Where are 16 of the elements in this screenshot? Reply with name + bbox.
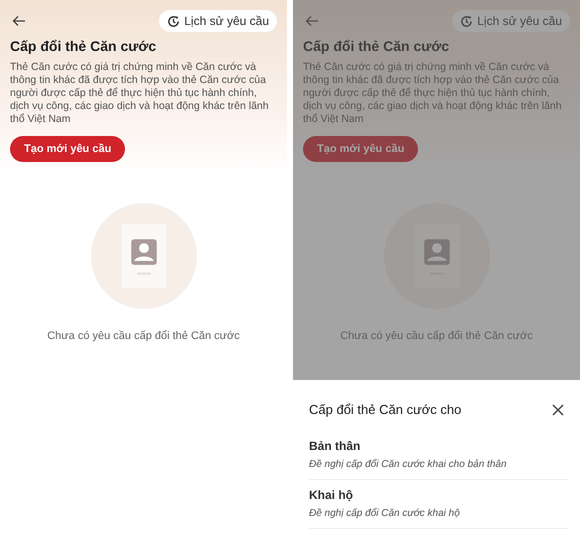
- empty-state-text: Chưa có yêu cầu cấp đổi thẻ Căn cước: [340, 330, 533, 342]
- option-item[interactable]: Bản thân Đề nghị cấp đổi Căn cước khai cho bản thân: [309, 431, 568, 480]
- sheet-title: Cấp đổi thẻ Căn cước cho: [309, 402, 462, 417]
- clock-icon: [460, 14, 474, 28]
- history-button[interactable]: Lịch sử yêu cầu: [452, 10, 570, 32]
- close-icon[interactable]: [552, 404, 564, 416]
- page-title: Cấp đổi thẻ Căn cước: [303, 38, 450, 54]
- page-title: Cấp đổi thẻ Căn cước: [10, 38, 158, 54]
- clock-icon: [167, 14, 180, 28]
- description-text: Thẻ Căn cước có giá trị chứng minh về Căn cước và thông tin khác đã được tích hợp vào thẻ Căn cước của người được cấp thẻ để thực hiện thủ tục hành chính, dịch vụ công, các giao dịch và hoạt động khác trên lãnh thổ Việt Nam: [303, 61, 563, 126]
- option-item[interactable]: Khai hộ Đề nghị cấp đổi Căn cước khai hộ: [309, 480, 568, 529]
- empty-state-text: Chưa có yêu cầu cấp đổi thẻ Căn cước: [47, 330, 240, 342]
- create-request-button[interactable]: Tạo mới yêu cầu: [10, 136, 126, 162]
- back-arrow-icon[interactable]: [12, 15, 26, 27]
- description-text: Thẻ Căn cước có giá trị chứng minh về Căn cước và thông tin khác đã được tích hợp vào thẻ Căn cước của người được cấp thẻ để thực hiện thủ tục hành chính, dịch vụ công, các giao dịch và hoạt động khác trên lãnh thổ Việt Nam: [10, 61, 270, 126]
- history-button[interactable]: Lịch sử yêu cầu: [159, 10, 277, 32]
